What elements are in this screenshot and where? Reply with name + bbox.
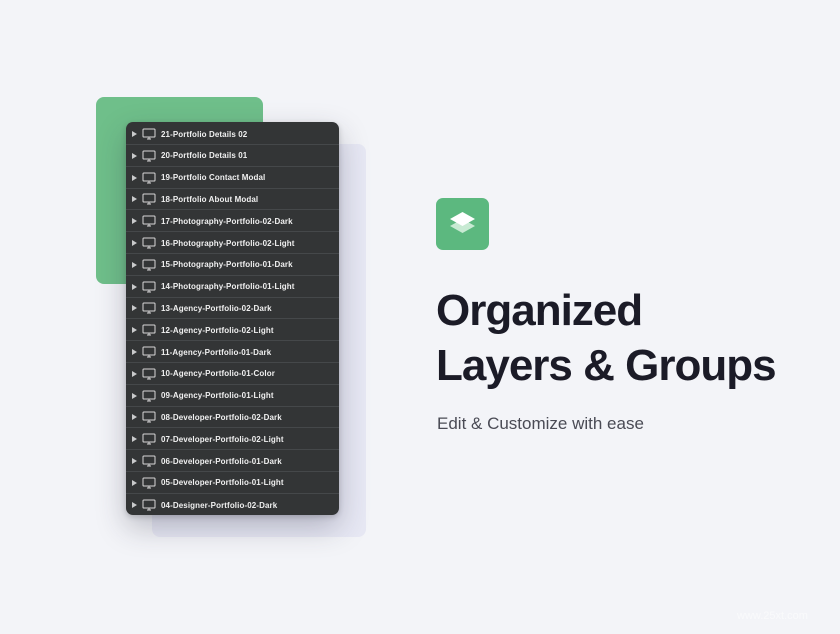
layer-name: 10-Agency-Portfolio-01-Color	[161, 369, 275, 379]
layer-row[interactable]: 09-Agency-Portfolio-01-Light	[126, 386, 339, 407]
layer-name: 11-Agency-Portfolio-01-Dark	[161, 347, 272, 357]
layer-name: 18-Portfolio About Modal	[161, 194, 259, 204]
layer-name: 04-Designer-Portfolio-02-Dark	[161, 500, 278, 510]
layer-row[interactable]: 11-Agency-Portfolio-01-Dark	[126, 342, 339, 363]
layer-name: 13-Agency-Portfolio-02-Dark	[161, 303, 272, 313]
artboard-icon	[142, 215, 156, 227]
artboard-icon	[142, 368, 156, 380]
layer-row[interactable]: 21-Portfolio Details 02	[126, 124, 339, 145]
layer-name: 21-Portfolio Details 02	[161, 129, 248, 139]
caret-right-icon[interactable]	[132, 305, 137, 312]
layer-row[interactable]: 18-Portfolio About Modal	[126, 189, 339, 211]
artboard-icon	[142, 390, 156, 402]
layer-name: 09-Agency-Portfolio-01-Light	[161, 391, 274, 401]
artboard-icon	[142, 411, 156, 423]
layer-row[interactable]: 08-Developer-Portfolio-02-Dark	[126, 407, 339, 429]
caret-right-icon[interactable]	[132, 370, 137, 377]
artboard-icon	[142, 193, 156, 205]
layer-row[interactable]: 12-Agency-Portfolio-02-Light	[126, 320, 339, 342]
layer-name: 16-Photography-Portfolio-02-Light	[161, 238, 295, 248]
layers-icon	[450, 212, 475, 233]
layer-row[interactable]: 13-Agency-Portfolio-02-Dark	[126, 298, 339, 320]
artboard-icon	[142, 150, 156, 162]
layer-name: 06-Developer-Portfolio-01-Dark	[161, 456, 282, 466]
layer-row[interactable]: 15-Photography-Portfolio-01-Dark	[126, 255, 339, 276]
layer-name: 05-Developer-Portfolio-01-Light	[161, 478, 284, 488]
layer-row[interactable]: 05-Developer-Portfolio-01-Light	[126, 473, 339, 494]
layer-name: 19-Portfolio Contact Modal	[161, 173, 266, 183]
caret-right-icon[interactable]	[132, 152, 137, 159]
layer-row[interactable]: 04-Designer-Portfolio-02-Dark	[126, 495, 339, 515]
layer-name: 07-Developer-Portfolio-02-Light	[161, 434, 284, 444]
layer-name: 20-Portfolio Details 01	[161, 151, 248, 161]
layer-name: 14-Photography-Portfolio-01-Light	[161, 282, 295, 292]
headline: Organized Layers & Groups	[436, 283, 777, 393]
caret-right-icon[interactable]	[132, 349, 137, 355]
artboard-icon	[142, 433, 156, 445]
layer-row[interactable]: 14-Photography-Portfolio-01-Light	[126, 277, 339, 298]
caret-right-icon[interactable]	[132, 196, 137, 203]
layer-name: 15-Photography-Portfolio-01-Dark	[161, 260, 293, 270]
caret-right-icon[interactable]	[132, 218, 137, 225]
artboard-icon	[142, 499, 156, 511]
layers-panel: 21-Portfolio Details 02 20-Portfolio Deta…	[126, 122, 339, 515]
caret-right-icon[interactable]	[132, 502, 137, 509]
layer-name: 12-Agency-Portfolio-02-Light	[161, 325, 274, 335]
layer-row[interactable]: 10-Agency-Portfolio-01-Color	[126, 364, 339, 385]
artboard-icon	[142, 128, 156, 140]
caret-right-icon[interactable]	[132, 131, 137, 137]
artboard-icon	[142, 324, 156, 336]
caret-right-icon[interactable]	[132, 261, 137, 268]
layer-row[interactable]: 17-Photography-Portfolio-02-Dark	[126, 211, 339, 233]
layer-row[interactable]: 16-Photography-Portfolio-02-Light	[126, 233, 339, 254]
caret-right-icon[interactable]	[132, 327, 137, 334]
layer-row[interactable]: 07-Developer-Portfolio-02-Light	[126, 429, 339, 451]
layers-app-icon	[436, 198, 489, 250]
artboard-icon	[142, 172, 156, 184]
layer-name: 17-Photography-Portfolio-02-Dark	[161, 216, 293, 226]
caret-right-icon[interactable]	[132, 458, 137, 464]
artboard-icon	[142, 281, 156, 293]
artboard-icon	[142, 302, 156, 314]
layer-row[interactable]: 19-Portfolio Contact Modal	[126, 168, 339, 189]
artboard-icon	[142, 477, 156, 489]
headline-line-1: Organized	[436, 286, 643, 335]
artboard-icon	[142, 346, 156, 358]
layer-row[interactable]: 06-Developer-Portfolio-01-Dark	[126, 451, 339, 472]
artboard-icon	[142, 259, 156, 271]
caret-right-icon[interactable]	[132, 414, 137, 421]
artboard-icon	[142, 455, 156, 467]
caret-right-icon[interactable]	[132, 174, 137, 181]
layer-name: 08-Developer-Portfolio-02-Dark	[161, 412, 282, 422]
artboard-icon	[142, 237, 156, 249]
subtitle: Edit & Customize with ease	[437, 414, 644, 433]
caret-right-icon[interactable]	[132, 283, 137, 290]
layer-row[interactable]: 20-Portfolio Details 01	[126, 146, 339, 167]
caret-right-icon[interactable]	[132, 479, 137, 486]
caret-right-icon[interactable]	[132, 392, 137, 399]
headline-line-2: Layers & Groups	[436, 341, 777, 390]
watermark: www.25xt.com	[737, 610, 808, 622]
caret-right-icon[interactable]	[132, 436, 137, 443]
caret-right-icon[interactable]	[132, 240, 137, 246]
